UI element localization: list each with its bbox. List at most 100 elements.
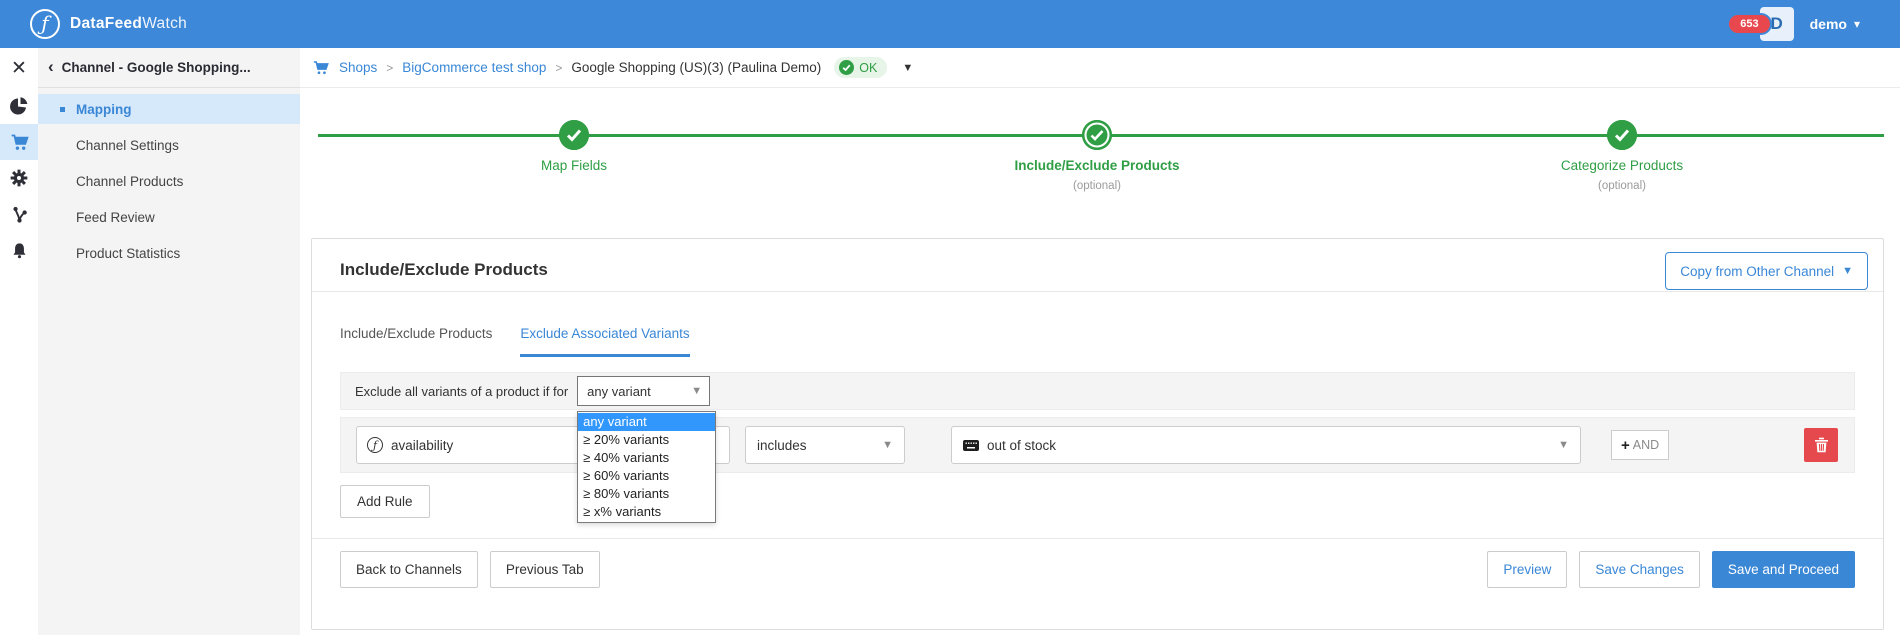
active-bullet-icon bbox=[60, 107, 65, 112]
step-label-categorize[interactable]: Categorize Products bbox=[1561, 158, 1683, 173]
variant-select-value: any variant bbox=[587, 384, 651, 399]
rule-field-value: availability bbox=[391, 438, 453, 453]
chevron-down-icon: ▼ bbox=[882, 440, 893, 451]
tab-include-exclude-products[interactable]: Include/Exclude Products bbox=[340, 326, 492, 357]
sidebar-header-title: Channel - Google Shopping... bbox=[62, 60, 251, 75]
keyboard-icon bbox=[963, 440, 979, 451]
pie-chart-icon bbox=[9, 96, 29, 116]
rail-item-channels[interactable] bbox=[0, 124, 38, 160]
sidebar-item-label: Mapping bbox=[76, 102, 132, 117]
variant-threshold-select[interactable]: any variant ▼ bbox=[577, 376, 710, 406]
breadcrumb-shop-link[interactable]: BigCommerce test shop bbox=[402, 60, 546, 75]
variant-select-wrap: any variant ▼ any variant ≥ 20% variants… bbox=[577, 376, 710, 406]
plus-icon: + bbox=[1621, 438, 1630, 453]
rule-operator-value: includes bbox=[757, 438, 807, 453]
sidebar-item-label: Feed Review bbox=[76, 210, 155, 225]
step-label-map-fields[interactable]: Map Fields bbox=[541, 158, 607, 173]
chevron-down-icon: ▾ bbox=[1854, 17, 1860, 31]
brand-light: Watch bbox=[142, 15, 187, 32]
branch-icon bbox=[10, 205, 29, 224]
variant-option[interactable]: ≥ 80% variants bbox=[578, 485, 715, 503]
and-label: AND bbox=[1633, 438, 1659, 452]
rail-item-connections[interactable] bbox=[0, 196, 38, 232]
rule-operator-select[interactable]: includes ▼ bbox=[745, 426, 905, 464]
variant-option[interactable]: ≥ 20% variants bbox=[578, 431, 715, 449]
sidebar-item-label: Channel Products bbox=[76, 174, 183, 189]
sidebar-item-label: Product Statistics bbox=[76, 246, 180, 261]
preview-button[interactable]: Preview bbox=[1487, 551, 1567, 588]
card-header: Include/Exclude Products Copy from Other… bbox=[312, 239, 1883, 291]
previous-tab-button[interactable]: Previous Tab bbox=[490, 551, 600, 588]
add-and-condition-button[interactable]: + AND bbox=[1611, 430, 1669, 460]
sidebar-item-mapping[interactable]: Mapping bbox=[38, 94, 300, 124]
copy-button-label: Copy from Other Channel bbox=[1680, 264, 1834, 279]
chevron-down-icon: ▼ bbox=[1842, 266, 1853, 277]
notification-count-badge[interactable]: 653 bbox=[1729, 15, 1769, 33]
variant-option[interactable]: ≥ x% variants bbox=[578, 503, 715, 521]
breadcrumb-shops-link[interactable]: Shops bbox=[339, 60, 377, 75]
sidebar: ‹ Channel - Google Shopping... Mapping C… bbox=[38, 48, 300, 635]
copy-from-other-channel-button[interactable]: Copy from Other Channel ▼ bbox=[1665, 252, 1868, 290]
rail-item-settings[interactable] bbox=[0, 160, 38, 196]
breadcrumb: Shops > BigCommerce test shop > Google S… bbox=[300, 48, 1900, 88]
icon-rail: ✕ bbox=[0, 48, 38, 635]
save-and-proceed-button[interactable]: Save and Proceed bbox=[1712, 551, 1855, 588]
username: demo bbox=[1810, 16, 1847, 32]
shopping-cart-icon bbox=[9, 132, 30, 153]
tabs: Include/Exclude Products Exclude Associa… bbox=[312, 292, 1883, 357]
breadcrumb-separator: > bbox=[386, 61, 393, 75]
datafeedwatch-field-icon: ƒ bbox=[367, 437, 383, 453]
add-rule-button[interactable]: Add Rule bbox=[340, 485, 430, 518]
rule-condition-bar: Exclude all variants of a product if for… bbox=[340, 372, 1855, 410]
variant-select-dropdown: any variant ≥ 20% variants ≥ 40% variant… bbox=[577, 411, 716, 523]
sidebar-item-feed-review[interactable]: Feed Review bbox=[38, 202, 300, 232]
save-changes-button[interactable]: Save Changes bbox=[1579, 551, 1700, 588]
rail-item-notifications[interactable] bbox=[0, 232, 38, 268]
step-check-categorize[interactable] bbox=[1607, 120, 1637, 150]
variant-option[interactable]: ≥ 60% variants bbox=[578, 467, 715, 485]
check-circle-icon bbox=[839, 60, 854, 75]
breadcrumb-caret-icon[interactable]: ▼ bbox=[902, 62, 913, 74]
step-check-include-exclude[interactable] bbox=[1082, 120, 1112, 150]
sidebar-close-button[interactable]: ✕ bbox=[0, 48, 38, 88]
datafeedwatch-logo-icon: ƒ bbox=[30, 9, 60, 39]
back-to-channels-button[interactable]: Back to Channels bbox=[340, 551, 478, 588]
sidebar-item-label: Channel Settings bbox=[76, 138, 179, 153]
sidebar-item-channel-settings[interactable]: Channel Settings bbox=[38, 130, 300, 160]
chevron-down-icon: ▼ bbox=[691, 386, 702, 397]
page-title: Include/Exclude Products bbox=[340, 252, 548, 280]
step-check-map-fields[interactable] bbox=[559, 120, 589, 150]
tab-exclude-associated-variants[interactable]: Exclude Associated Variants bbox=[520, 326, 689, 357]
app: ƒ DataFeedWatch 653 D demo ▾ ✕ bbox=[0, 0, 1900, 635]
check-circle-icon bbox=[559, 120, 589, 150]
rule-condition-label: Exclude all variants of a product if for bbox=[355, 384, 568, 399]
step-label-include-exclude[interactable]: Include/Exclude Products bbox=[1014, 158, 1179, 173]
bell-icon bbox=[10, 241, 29, 260]
variant-option[interactable]: any variant bbox=[578, 413, 715, 431]
topbar: ƒ DataFeedWatch 653 D demo ▾ bbox=[0, 0, 1900, 48]
step-sublabel: (optional) bbox=[1598, 180, 1646, 192]
sidebar-menu: Mapping Channel Settings Channel Product… bbox=[38, 88, 300, 274]
sidebar-item-channel-products[interactable]: Channel Products bbox=[38, 166, 300, 196]
rule-row: ƒ availability includes ▼ out of stock ▼ bbox=[340, 417, 1855, 473]
check-circle-icon bbox=[1607, 120, 1637, 150]
delete-rule-button[interactable] bbox=[1804, 428, 1838, 462]
sidebar-header[interactable]: ‹ Channel - Google Shopping... bbox=[38, 48, 300, 88]
brand[interactable]: ƒ DataFeedWatch bbox=[30, 9, 187, 39]
chevron-left-icon: ‹ bbox=[48, 58, 54, 75]
brand-bold: DataFeed bbox=[70, 15, 142, 32]
rule-value-select[interactable]: out of stock ▼ bbox=[951, 426, 1581, 464]
breadcrumb-separator: > bbox=[555, 61, 562, 75]
user-menu[interactable]: 653 D demo ▾ bbox=[1729, 7, 1860, 41]
brand-text: DataFeedWatch bbox=[70, 15, 187, 33]
variant-option[interactable]: ≥ 40% variants bbox=[578, 449, 715, 467]
breadcrumb-channel-current: Google Shopping (US)(3) (Paulina Demo) bbox=[571, 60, 821, 75]
sidebar-item-product-statistics[interactable]: Product Statistics bbox=[38, 238, 300, 268]
chevron-down-icon: ▼ bbox=[1558, 440, 1569, 451]
shops-cart-icon bbox=[312, 59, 330, 77]
close-icon: ✕ bbox=[11, 57, 27, 80]
include-exclude-card: Include/Exclude Products Copy from Other… bbox=[311, 238, 1884, 630]
rule-value-text: out of stock bbox=[987, 438, 1056, 453]
rail-item-statistics[interactable] bbox=[0, 88, 38, 124]
gear-icon bbox=[9, 168, 29, 188]
